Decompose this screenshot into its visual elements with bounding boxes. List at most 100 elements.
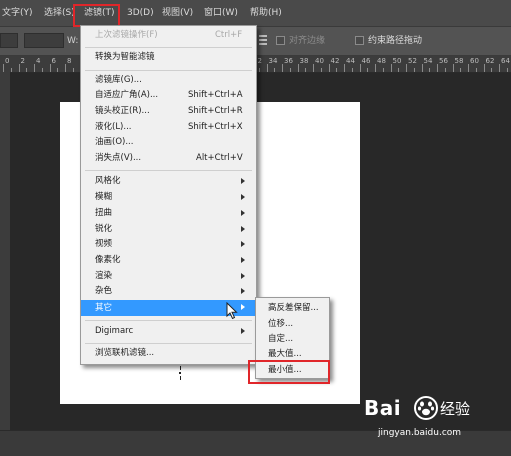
ruler-tick <box>468 64 469 72</box>
watermark-url: jingyan.baidu.com <box>378 428 462 438</box>
menu-item-adaptive-wide-angle[interactable]: 自适应广角(A)... Shift+Ctrl+A <box>81 88 256 103</box>
ruler-number: 56 <box>439 57 448 65</box>
ruler-tick <box>49 64 51 72</box>
stroke-type-dropdown[interactable] <box>24 33 64 48</box>
ruler-tick <box>390 64 392 72</box>
baidu-jingyan-watermark: Bai 经验 jingyan.baidu.com <box>360 394 510 442</box>
text-cursor-mark <box>178 366 183 380</box>
submenu-arrow-icon <box>241 328 245 334</box>
ruler-minor-tick <box>336 68 338 72</box>
ruler-tick <box>34 64 35 72</box>
ruler-minor-tick <box>475 68 477 72</box>
ruler-number: 64 <box>501 57 510 65</box>
ruler-number: 36 <box>284 57 293 65</box>
ruler-number: 44 <box>346 57 355 65</box>
menu-item-lens-correction[interactable]: 镜头校正(R)... Shift+Ctrl+R <box>81 104 256 119</box>
menu-item-oil-paint[interactable]: 油画(O)... <box>81 135 256 150</box>
menu-window[interactable]: 窗口(W) <box>204 0 238 26</box>
ruler-tick <box>3 64 4 72</box>
submenu-arrow-icon <box>241 273 245 279</box>
ruler-tick <box>406 64 407 72</box>
ruler-minor-tick <box>26 68 28 72</box>
ruler-tick <box>297 64 299 72</box>
ruler-tick <box>313 64 314 72</box>
ruler-minor-tick <box>274 68 276 72</box>
ruler-minor-tick <box>10 68 12 72</box>
submenu-arrow-icon <box>241 210 245 216</box>
ruler-number: 50 <box>392 57 402 65</box>
ruler-tick <box>421 64 423 72</box>
menu-item-liquify[interactable]: 液化(L)... Shift+Ctrl+X <box>81 120 256 135</box>
ruler-minor-tick <box>413 68 415 72</box>
menu-item-browse-online-filters[interactable]: 浏览联机滤镜... <box>81 346 256 361</box>
path-arrangement-icon[interactable] <box>258 34 268 47</box>
menu-item-convert-smart-filter[interactable]: 转换为智能滤镜 <box>81 50 256 65</box>
submenu-arrow-icon <box>241 226 245 232</box>
minimum-highlight-box <box>248 360 330 384</box>
menu-item-digimarc[interactable]: Digimarc <box>81 324 256 339</box>
ruler-number: 52 <box>408 57 417 65</box>
submenu-item-custom[interactable]: 自定... <box>256 332 329 347</box>
ruler-minor-tick <box>289 68 291 72</box>
constrain-path-checkbox[interactable] <box>355 36 364 45</box>
menu-item-render[interactable]: 渲染 <box>81 269 256 284</box>
ruler-minor-tick <box>320 68 322 72</box>
menu-view[interactable]: 视图(V) <box>162 0 193 26</box>
ruler-tick <box>18 64 20 72</box>
ruler-tick <box>499 64 500 72</box>
ruler-number: 48 <box>377 57 386 65</box>
menu-item-pixelate[interactable]: 像素化 <box>81 253 256 268</box>
ruler-minor-tick <box>429 68 431 72</box>
ruler-tick <box>65 64 66 72</box>
ruler-number: 42 <box>330 57 340 65</box>
submenu-arrow-icon <box>241 288 245 294</box>
menu-select[interactable]: 选择(S) <box>44 0 75 26</box>
menu-item-stylize[interactable]: 风格化 <box>81 174 256 189</box>
ruler-number: 34 <box>268 57 278 65</box>
menu-item-vanishing-point[interactable]: 消失点(V)... Alt+Ctrl+V <box>81 151 256 166</box>
submenu-arrow-icon <box>241 194 245 200</box>
vertical-ruler <box>0 72 10 430</box>
submenu-item-offset[interactable]: 位移... <box>256 317 329 332</box>
ruler-minor-tick <box>258 68 260 72</box>
ruler-number: 62 <box>485 57 495 65</box>
ruler-minor-tick <box>367 68 369 72</box>
ruler-number: 54 <box>423 57 433 65</box>
menu-item-distort[interactable]: 扭曲 <box>81 206 256 221</box>
ruler-number: 60 <box>470 57 479 65</box>
menu-type[interactable]: 文字(Y) <box>2 0 33 26</box>
menu-item-filter-gallery[interactable]: 滤镜库(G)... <box>81 73 256 88</box>
ruler-number: 58 <box>454 57 464 65</box>
submenu-item-high-pass[interactable]: 高反差保留... <box>256 301 329 316</box>
ruler-tick <box>359 64 361 72</box>
submenu-arrow-icon <box>241 241 245 247</box>
tool-preset-picker[interactable] <box>0 33 18 48</box>
width-label: W: <box>67 36 79 46</box>
ruler-minor-tick <box>491 68 493 72</box>
paw-icon <box>414 396 438 420</box>
align-edges-checkbox[interactable] <box>276 36 285 45</box>
ruler-minor-tick <box>506 68 508 72</box>
ruler-minor-tick <box>382 68 384 72</box>
ruler-tick <box>282 64 283 72</box>
menu-item-video[interactable]: 视频 <box>81 237 256 252</box>
menu-item-noise[interactable]: 杂色 <box>81 284 256 299</box>
ruler-number: 4 <box>36 57 41 65</box>
menu-item-sharpen[interactable]: 锐化 <box>81 222 256 237</box>
menu-item-blur[interactable]: 模糊 <box>81 190 256 205</box>
align-edges-label: 对齐边缘 <box>289 36 326 46</box>
filter-menu-highlight-box <box>73 4 120 27</box>
submenu-arrow-icon <box>241 304 245 310</box>
ruler-minor-tick <box>444 68 446 72</box>
constrain-path-label: 约束路径拖动 <box>368 36 423 46</box>
ruler-tick <box>328 64 330 72</box>
menu-3d[interactable]: 3D(D) <box>127 0 154 26</box>
ruler-minor-tick <box>460 68 462 72</box>
menu-help[interactable]: 帮助(H) <box>250 0 282 26</box>
ruler-minor-tick <box>305 68 307 72</box>
ruler-tick <box>266 64 268 72</box>
submenu-arrow-icon <box>241 178 245 184</box>
ruler-tick <box>452 64 454 72</box>
ruler-minor-tick <box>57 68 59 72</box>
ruler-number: 38 <box>299 57 309 65</box>
